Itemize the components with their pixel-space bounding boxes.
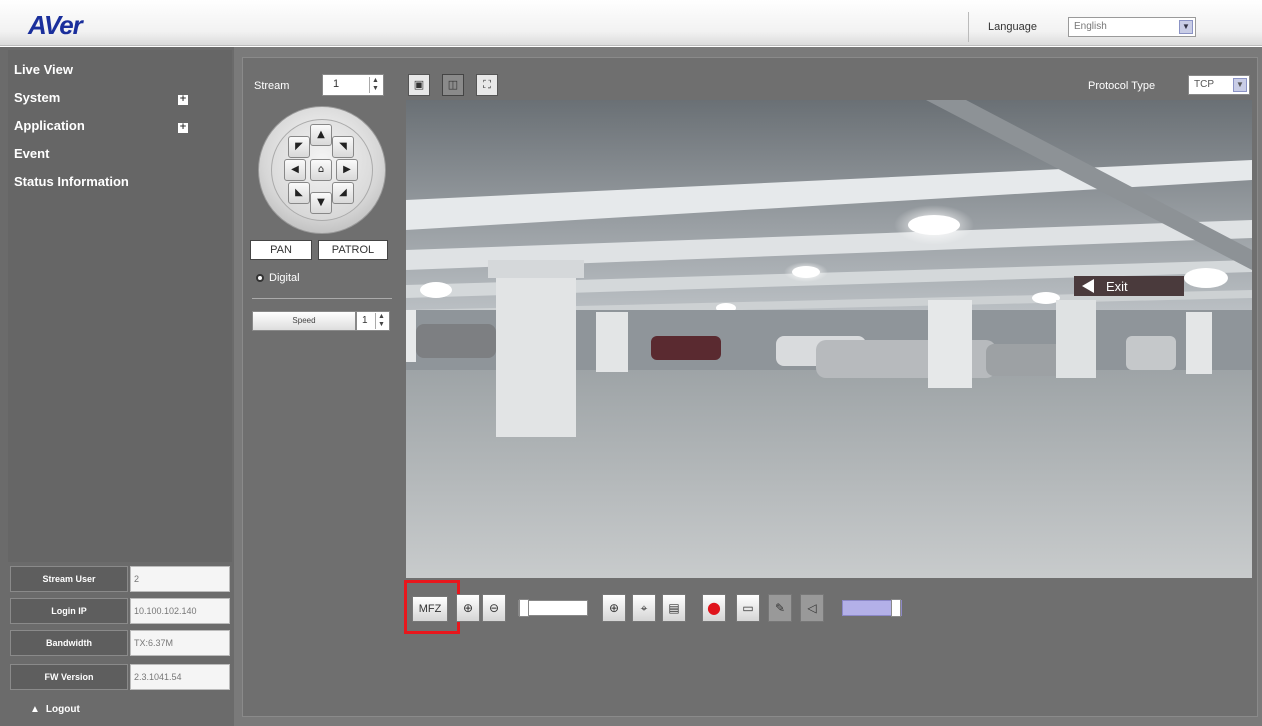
record-icon[interactable]: ●	[702, 594, 726, 622]
top-header: AVer Language English ▼	[0, 0, 1262, 46]
logout-icon: ▲	[30, 704, 40, 715]
protocol-value: TCP	[1194, 79, 1214, 90]
speed-spinner[interactable]: 1 ▲ ▼	[356, 311, 390, 331]
expand-plus-icon[interactable]: +	[178, 123, 188, 133]
logout-link[interactable]: ▲ Logout	[30, 704, 80, 715]
stream-value: 1	[333, 78, 340, 90]
sidebar-item-system[interactable]: System	[14, 90, 60, 105]
language-select[interactable]: English ▼	[1068, 17, 1196, 37]
info-row-bandwidth: Bandwidth TX:6.37M	[8, 628, 230, 658]
protocol-type-select[interactable]: TCP ▼	[1188, 75, 1250, 95]
info-row-stream-user: Stream User 2	[8, 564, 230, 594]
divider	[252, 298, 392, 299]
arrow-down-icon[interactable]: ▼	[310, 192, 332, 214]
aver-logo: AVer	[28, 10, 83, 40]
info-label: Login IP	[10, 598, 128, 624]
microphone-icon[interactable]: ✎	[768, 594, 792, 622]
language-label: Language	[988, 21, 1037, 33]
parking-garage-image: Exit	[406, 100, 1252, 578]
info-label: FW Version	[10, 664, 128, 690]
focus-icon[interactable]: ⌖	[632, 594, 656, 622]
arrow-down-left-icon[interactable]: ◣	[288, 182, 310, 204]
arrow-left-icon[interactable]: ◀	[284, 159, 306, 181]
info-value: TX:6.37M	[130, 630, 230, 656]
arrow-right-icon[interactable]: ▶	[336, 159, 358, 181]
info-label: Stream User	[10, 566, 128, 592]
arrow-down-right-icon[interactable]: ◢	[332, 182, 354, 204]
speed-label: Speed	[252, 311, 356, 331]
slider-handle[interactable]	[519, 599, 529, 617]
chevron-down-icon: ▼	[1233, 78, 1247, 92]
pan-button[interactable]: PAN	[250, 240, 312, 260]
info-row-login-ip: Login IP 10.100.102.140	[8, 596, 230, 626]
chevron-down-icon: ▼	[1179, 20, 1193, 34]
zoom-out-icon[interactable]: ⊖	[482, 594, 506, 622]
message-icon[interactable]: ▭	[736, 594, 760, 622]
info-value: 2	[130, 566, 230, 592]
spinner-arrows-icon[interactable]: ▲ ▼	[375, 313, 387, 329]
patrol-button[interactable]: PATROL	[318, 240, 388, 260]
zoom-slider[interactable]	[518, 599, 588, 617]
arrow-up-right-icon[interactable]: ◥	[332, 136, 354, 158]
protocol-type-label: Protocol Type	[1088, 80, 1156, 92]
zoom-in-icon[interactable]: ⊕	[456, 594, 480, 622]
digital-label: Digital	[269, 272, 300, 284]
snapshot-icon[interactable]: ▤	[662, 594, 686, 622]
view-original-icon[interactable]: ◫	[442, 74, 464, 96]
slider-handle[interactable]	[891, 599, 901, 617]
live-video-feed[interactable]: Exit	[406, 100, 1252, 578]
language-value: English	[1074, 21, 1107, 32]
info-label: Bandwidth	[10, 630, 128, 656]
digital-zoom-icon[interactable]: ⊕	[602, 594, 626, 622]
highlight-box	[404, 580, 460, 634]
stream-label: Stream	[254, 80, 290, 92]
sidebar-item-status-information[interactable]: Status Information	[14, 174, 129, 189]
info-value: 2.3.1041.54	[130, 664, 230, 690]
stream-spinner[interactable]: 1 ▲ ▼	[322, 74, 384, 96]
view-fit-icon[interactable]: ▣	[408, 74, 430, 96]
info-value: 10.100.102.140	[130, 598, 230, 624]
header-divider	[968, 12, 969, 42]
sidebar-item-application[interactable]: Application	[14, 118, 85, 133]
speed-value: 1	[362, 315, 368, 326]
logout-label: Logout	[45, 704, 80, 715]
arrow-up-icon[interactable]: ▲	[310, 124, 332, 146]
info-row-fw-version: FW Version 2.3.1041.54	[8, 662, 230, 692]
sidebar-item-live-view[interactable]: Live View	[14, 62, 73, 77]
view-fullscreen-icon[interactable]: ⛶	[476, 74, 498, 96]
radio-icon[interactable]	[256, 274, 264, 282]
spinner-arrows-icon[interactable]: ▲ ▼	[369, 77, 381, 93]
expand-plus-icon[interactable]: +	[178, 95, 188, 105]
digital-radio-option[interactable]: Digital	[256, 272, 300, 284]
sidebar-item-event[interactable]: Event	[14, 146, 49, 161]
speaker-icon[interactable]: ◁	[800, 594, 824, 622]
exit-sign-text: Exit	[1106, 279, 1128, 294]
arrow-up-left-icon[interactable]: ◤	[288, 136, 310, 158]
volume-slider[interactable]	[842, 599, 902, 617]
home-icon[interactable]: ⌂	[310, 159, 332, 181]
